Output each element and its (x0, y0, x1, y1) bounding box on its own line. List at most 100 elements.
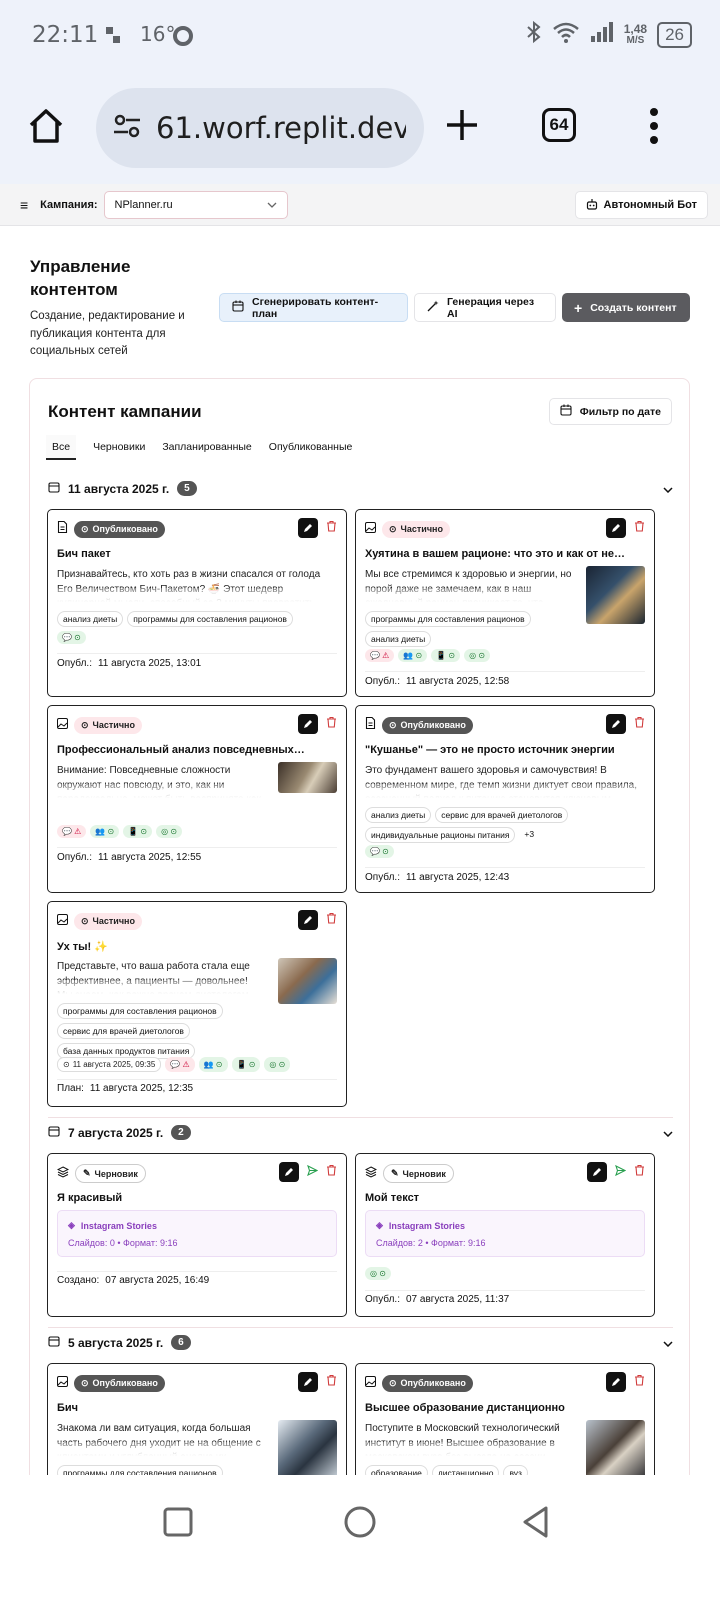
status-badge: ⊙ Опубликовано (74, 520, 165, 538)
trash-icon[interactable] (326, 911, 337, 929)
card-description: Это фундамент вашего здоровья и самочувс… (365, 764, 647, 798)
story-meta: Слайдов: 2 • Формат: 9:16 (376, 1238, 486, 1248)
tab-all[interactable]: Все (46, 434, 77, 460)
edit-button[interactable] (606, 518, 626, 538)
trash-icon[interactable] (634, 1373, 645, 1391)
post-image (278, 762, 337, 793)
notification-icon (105, 26, 121, 49)
tag: сервис для врачей диетологов (435, 807, 569, 823)
chat-channel-ok: 💬 ⊙ (365, 845, 394, 858)
channel-status-list: 💬 ⚠ 👥 ⊙ 📱 ⊙ ◎ ⊙ (57, 825, 183, 838)
status-badge: ⊙ Опубликовано (74, 1374, 165, 1392)
content-card[interactable]: ⊙ Опубликовано Бич пакет Признавайтесь, к… (47, 509, 347, 697)
chat-channel-error: 💬 ⚠ (57, 825, 87, 838)
chevron-down-icon[interactable] (663, 482, 673, 496)
new-tab-plus-icon[interactable] (443, 106, 481, 144)
content-card[interactable]: ⊙ Частично Хуятина в вашем рационе: что э… (355, 509, 655, 697)
generate-plan-label: Сгенерировать контент-план (252, 295, 379, 320)
card-description: Внимание: Повседневные сложности окружаю… (57, 764, 272, 798)
app-toolbar: ≡ Кампания: NPlanner.ru Автономный Бот (0, 184, 720, 226)
trash-icon[interactable] (634, 519, 645, 537)
card-title: Высшее образование дистанционно (365, 1402, 565, 1414)
edit-button[interactable] (606, 1372, 626, 1392)
date-filter-button[interactable]: Фильтр по дате (548, 398, 672, 425)
trash-icon[interactable] (326, 519, 337, 537)
recents-button[interactable] (163, 1507, 193, 1542)
content-card[interactable]: ⊙ Частично Ух ты! ✨ Представьте, что ваша… (47, 901, 347, 1107)
check-circle-icon: ⊙ (389, 1377, 397, 1388)
post-image (586, 1420, 645, 1480)
clock-icon: ⊙ (389, 523, 397, 534)
card-footer: Опубл.: 07 августа 2025, 11:37 (365, 1294, 510, 1305)
clock-icon: ⊙ (81, 915, 89, 926)
bot-icon (586, 198, 598, 213)
channel-status-list: ◎ ⊙ (365, 1267, 391, 1280)
trash-icon[interactable] (326, 715, 337, 733)
phone-channel-ok: 📱 ⊙ (431, 649, 461, 662)
trash-icon[interactable] (326, 1373, 337, 1391)
phone-channel-ok: 📱 ⊙ (231, 1057, 261, 1072)
card-footer: Опубл.: 11 августа 2025, 12:43 (365, 872, 510, 883)
edit-button[interactable] (298, 518, 318, 538)
group-divider (48, 1327, 673, 1328)
date-filter-label: Фильтр по дате (579, 405, 661, 418)
date-group-header[interactable]: 11 августа 2025 г. 5 (48, 481, 673, 496)
layers-icon: ◈ (68, 1220, 75, 1230)
generate-plan-button[interactable]: Сгенерировать контент-план (219, 293, 408, 322)
autonomous-bot-label: Автономный Бот (603, 199, 697, 211)
content-card[interactable]: ⊙ Опубликовано "Кушанье" — это не просто … (355, 705, 655, 893)
edit-button[interactable] (298, 1372, 318, 1392)
date-group-header[interactable]: 5 августа 2025 г. 6 (48, 1335, 673, 1350)
ai-generate-button[interactable]: Генерация через AI (414, 293, 556, 322)
autonomous-bot-button[interactable]: Автономный Бот (574, 191, 708, 219)
campaign-content-panel: Контент кампании Фильтр по дате Все Черн… (29, 378, 690, 1518)
chevron-down-icon[interactable] (663, 1126, 673, 1140)
send-icon[interactable] (615, 1163, 627, 1181)
layers-icon: ◈ (376, 1220, 383, 1230)
send-icon[interactable] (307, 1163, 319, 1181)
tab-switcher-button[interactable]: 64 (542, 108, 576, 142)
home-button[interactable] (343, 1505, 377, 1544)
menu-icon[interactable]: ≡ (20, 197, 28, 213)
back-button[interactable] (520, 1505, 552, 1544)
post-image (278, 958, 337, 1004)
panel-title: Контент кампании (48, 402, 202, 421)
users-channel-ok: 👥 ⊙ (90, 825, 120, 838)
tab-published[interactable]: Опубликованные (269, 441, 353, 453)
card-tags: программы для составления рационов серви… (57, 1003, 277, 1059)
trash-icon[interactable] (634, 1163, 645, 1181)
group-count: 2 (171, 1125, 191, 1140)
trash-icon[interactable] (634, 715, 645, 733)
tag: анализ диеты (365, 631, 432, 647)
edit-button[interactable] (606, 714, 626, 734)
card-description: Знакома ли вам ситуация, когда большая ч… (57, 1422, 272, 1456)
home-icon[interactable] (26, 106, 66, 146)
card-footer: Создано: 07 августа 2025, 16:49 (57, 1275, 210, 1286)
edit-button[interactable] (279, 1162, 299, 1182)
edit-button[interactable] (298, 910, 318, 930)
url-text[interactable]: 61.worf.replit.dev (156, 111, 406, 145)
edit-button[interactable] (298, 714, 318, 734)
more-tags-count[interactable]: +3 (519, 827, 540, 843)
more-menu-icon[interactable] (648, 106, 660, 146)
chevron-down-icon[interactable] (663, 1336, 673, 1350)
campaign-select[interactable]: NPlanner.ru (103, 190, 288, 219)
phone-channel-ok: 📱 ⊙ (123, 825, 153, 838)
card-description: Мы все стремимся к здоровью и энергии, н… (365, 568, 580, 602)
content-card[interactable]: ⊙ Частично Профессиональный анализ повсед… (47, 705, 347, 893)
content-tabs: Все Черновики Запланированные Опубликова… (46, 434, 353, 460)
content-card[interactable]: ✎ Черновик Мой текст ◈ Instagram Stories С… (355, 1153, 655, 1317)
site-settings-icon[interactable] (112, 111, 142, 146)
clock-icon: ⊙ (63, 1060, 70, 1069)
date-group-header[interactable]: 7 августа 2025 г. 2 (48, 1125, 673, 1140)
address-bar[interactable]: 61.worf.replit.dev (96, 88, 424, 168)
battery-indicator: 26 (657, 22, 692, 48)
campaign-select-value: NPlanner.ru (114, 198, 173, 211)
edit-button[interactable] (587, 1162, 607, 1182)
tab-drafts[interactable]: Черновики (93, 441, 145, 453)
trash-icon[interactable] (326, 1163, 337, 1181)
create-content-button[interactable]: + Создать контент (562, 293, 690, 322)
tab-scheduled[interactable]: Запланированные (162, 441, 251, 453)
users-channel-ok: 👥 ⊙ (398, 649, 428, 662)
content-card[interactable]: ✎ Черновик Я красивый ◈ Instagram Stories … (47, 1153, 347, 1317)
